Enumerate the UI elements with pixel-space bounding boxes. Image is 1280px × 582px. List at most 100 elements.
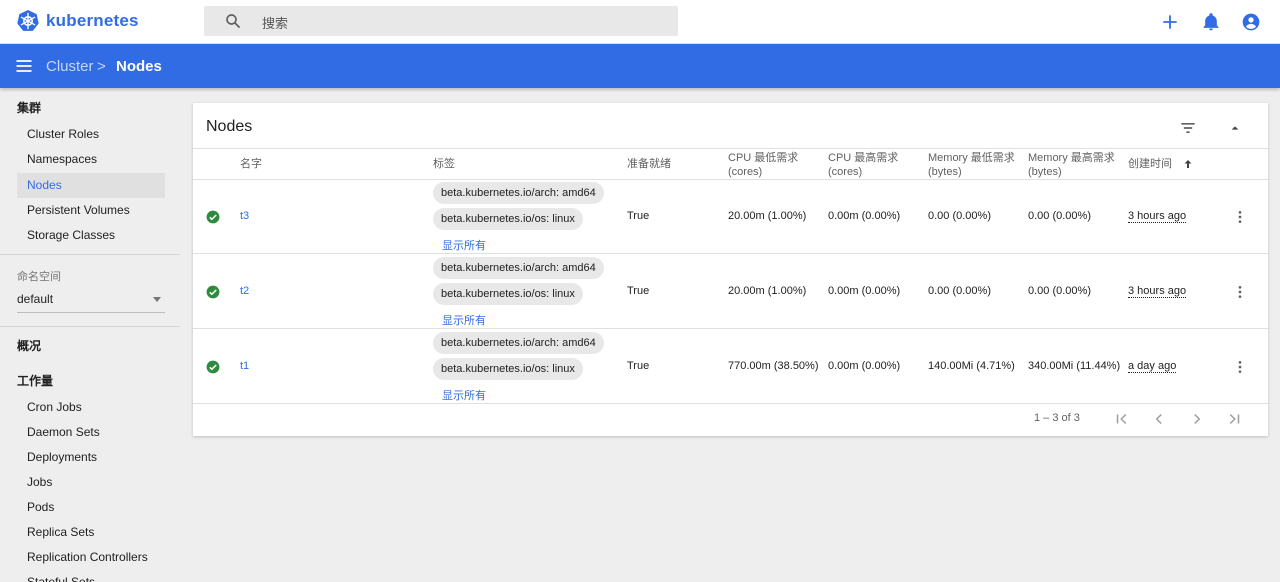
section-workloads[interactable]: 工作量	[17, 372, 53, 389]
memory-limits-unit: (bytes)	[1028, 166, 1062, 178]
sidebar-item-nodes[interactable]: Nodes	[17, 173, 165, 198]
created-value: 3 hours ago	[1128, 210, 1187, 223]
notifications-button[interactable]	[1201, 12, 1221, 32]
sidebar-item-namespaces[interactable]: Namespaces	[17, 147, 165, 172]
kubernetes-logo[interactable]: kubernetes	[16, 9, 139, 33]
memory-requests-value: 0.00 (0.00%)	[928, 285, 991, 297]
more-vert-icon[interactable]	[1232, 209, 1248, 225]
filter-list-icon	[1181, 123, 1195, 133]
show-all-labels-link[interactable]: 显示所有	[442, 387, 486, 403]
memory-requests-title: Memory 最低需求	[928, 152, 1015, 164]
header-divider	[193, 148, 1268, 149]
account-button[interactable]	[1241, 12, 1261, 32]
arrow-drop-up-icon	[1231, 126, 1239, 130]
created-value: a day ago	[1128, 360, 1177, 373]
sidebar-item-replication-controllers[interactable]: Replication Controllers	[17, 545, 165, 570]
brand-name: kubernetes	[46, 11, 139, 30]
cpu-requests-unit: (cores)	[728, 166, 763, 178]
sidebar-item-overview[interactable]: 概况	[17, 337, 41, 354]
sidebar-item-cron-jobs[interactable]: Cron Jobs	[17, 395, 165, 420]
sidebar-item-replica-sets[interactable]: Replica Sets	[17, 520, 165, 545]
sidebar-item-cluster-roles[interactable]: Cluster Roles	[17, 122, 165, 147]
search-placeholder: 搜索	[262, 16, 289, 31]
kubernetes-wheel-icon	[17, 10, 39, 31]
row-divider	[193, 179, 1268, 180]
node-name-link[interactable]: t1	[240, 360, 249, 372]
pagination-range: 1 – 3 of 3	[1034, 412, 1080, 424]
label-chip: beta.kubernetes.io/arch: amd64	[433, 257, 604, 279]
label-chip: beta.kubernetes.io/arch: amd64	[433, 332, 604, 354]
label-chip: beta.kubernetes.io/arch: amd64	[433, 182, 604, 204]
node-name-link[interactable]: t3	[240, 210, 249, 222]
filter-button[interactable]	[1178, 118, 1198, 138]
cpu-limits-value: 0.00m (0.00%)	[828, 210, 901, 222]
ready-value: True	[627, 360, 650, 372]
sidebar-item-deployments[interactable]: Deployments	[17, 445, 165, 470]
column-header-created[interactable]: 创建时间	[1128, 157, 1172, 171]
column-header-memory-requests[interactable]: Memory 最低需求 (bytes)	[928, 151, 1015, 179]
show-all-labels-link[interactable]: 显示所有	[442, 237, 486, 253]
cpu-limits-value: 0.00m (0.00%)	[828, 285, 901, 297]
search-input[interactable]: 搜索	[204, 6, 678, 36]
sidebar-item-pods[interactable]: Pods	[17, 495, 165, 520]
account-circle-icon	[1242, 13, 1260, 31]
sidebar-item-daemon-sets[interactable]: Daemon Sets	[17, 420, 165, 445]
column-header-labels: 标签	[433, 158, 455, 170]
cpu-limits-value: 0.00m (0.00%)	[828, 360, 901, 372]
namespace-label: 命名空间	[17, 271, 61, 283]
check-circle-icon	[206, 210, 220, 224]
sidebar-nav: 集群 Cluster Roles Namespaces Nodes Persis…	[0, 88, 180, 582]
first-page-icon[interactable]	[1113, 410, 1131, 428]
ready-value: True	[627, 210, 650, 222]
show-all-labels-link[interactable]: 显示所有	[442, 312, 486, 328]
memory-limits-value: 0.00 (0.00%)	[1028, 285, 1091, 297]
column-header-memory-limits[interactable]: Memory 最高需求 (bytes)	[1028, 151, 1115, 179]
namespace-value: default	[17, 292, 54, 306]
menu-button[interactable]	[14, 56, 34, 76]
check-circle-icon	[206, 360, 220, 374]
nodes-card: Nodes 名字 标签 准备就绪 CPU 最低需求 (cores) CPU 最高…	[193, 103, 1268, 436]
row-divider	[193, 328, 1268, 329]
sidebar-item-persistent-volumes[interactable]: Persistent Volumes	[17, 198, 165, 223]
cpu-limits-title: CPU 最高需求	[828, 152, 899, 164]
add-icon	[1163, 15, 1177, 29]
breadcrumb-cluster[interactable]: Cluster	[46, 58, 94, 75]
dropdown-arrow-icon	[153, 297, 161, 302]
card-title: Nodes	[206, 118, 253, 135]
section-cluster[interactable]: 集群	[17, 99, 41, 116]
hamburger-menu-icon	[16, 60, 32, 72]
memory-requests-value: 140.00Mi (4.71%)	[928, 360, 1015, 372]
last-page-icon[interactable]	[1225, 410, 1243, 428]
breadcrumb-separator: >	[97, 58, 106, 75]
column-header-cpu-requests[interactable]: CPU 最低需求 (cores)	[728, 151, 798, 179]
chevron-right-icon[interactable]	[1188, 410, 1206, 428]
check-circle-icon	[206, 285, 220, 299]
column-header-name[interactable]: 名字	[240, 157, 262, 171]
memory-limits-value: 340.00Mi (11.44%)	[1028, 360, 1121, 372]
chevron-left-icon[interactable]	[1150, 410, 1168, 428]
cpu-limits-unit: (cores)	[828, 166, 863, 178]
more-vert-icon[interactable]	[1232, 284, 1248, 300]
column-header-cpu-limits[interactable]: CPU 最高需求 (cores)	[828, 151, 898, 179]
top-bar: kubernetes 搜索	[0, 0, 1280, 44]
more-vert-icon[interactable]	[1232, 359, 1248, 375]
sidebar-divider	[0, 254, 180, 255]
column-header-ready[interactable]: 准备就绪	[627, 157, 671, 171]
label-chip: beta.kubernetes.io/os: linux	[433, 208, 583, 230]
collapse-button[interactable]	[1225, 118, 1245, 138]
arrow-upward-icon[interactable]	[1182, 158, 1194, 170]
row-divider	[193, 253, 1268, 254]
memory-limits-title: Memory 最高需求	[1028, 152, 1115, 164]
memory-requests-value: 0.00 (0.00%)	[928, 210, 991, 222]
namespace-select[interactable]: default	[17, 287, 165, 313]
sidebar-item-jobs[interactable]: Jobs	[17, 470, 165, 495]
sidebar-item-storage-classes[interactable]: Storage Classes	[17, 223, 165, 248]
cpu-requests-title: CPU 最低需求	[728, 152, 799, 164]
cpu-requests-value: 20.00m (1.00%)	[728, 285, 807, 297]
node-name-link[interactable]: t2	[240, 285, 249, 297]
label-chip: beta.kubernetes.io/os: linux	[433, 283, 583, 305]
create-button[interactable]	[1160, 12, 1180, 32]
ready-value: True	[627, 285, 650, 297]
sidebar-divider	[0, 326, 180, 327]
sidebar-item-stateful-sets[interactable]: Stateful Sets	[17, 570, 165, 582]
